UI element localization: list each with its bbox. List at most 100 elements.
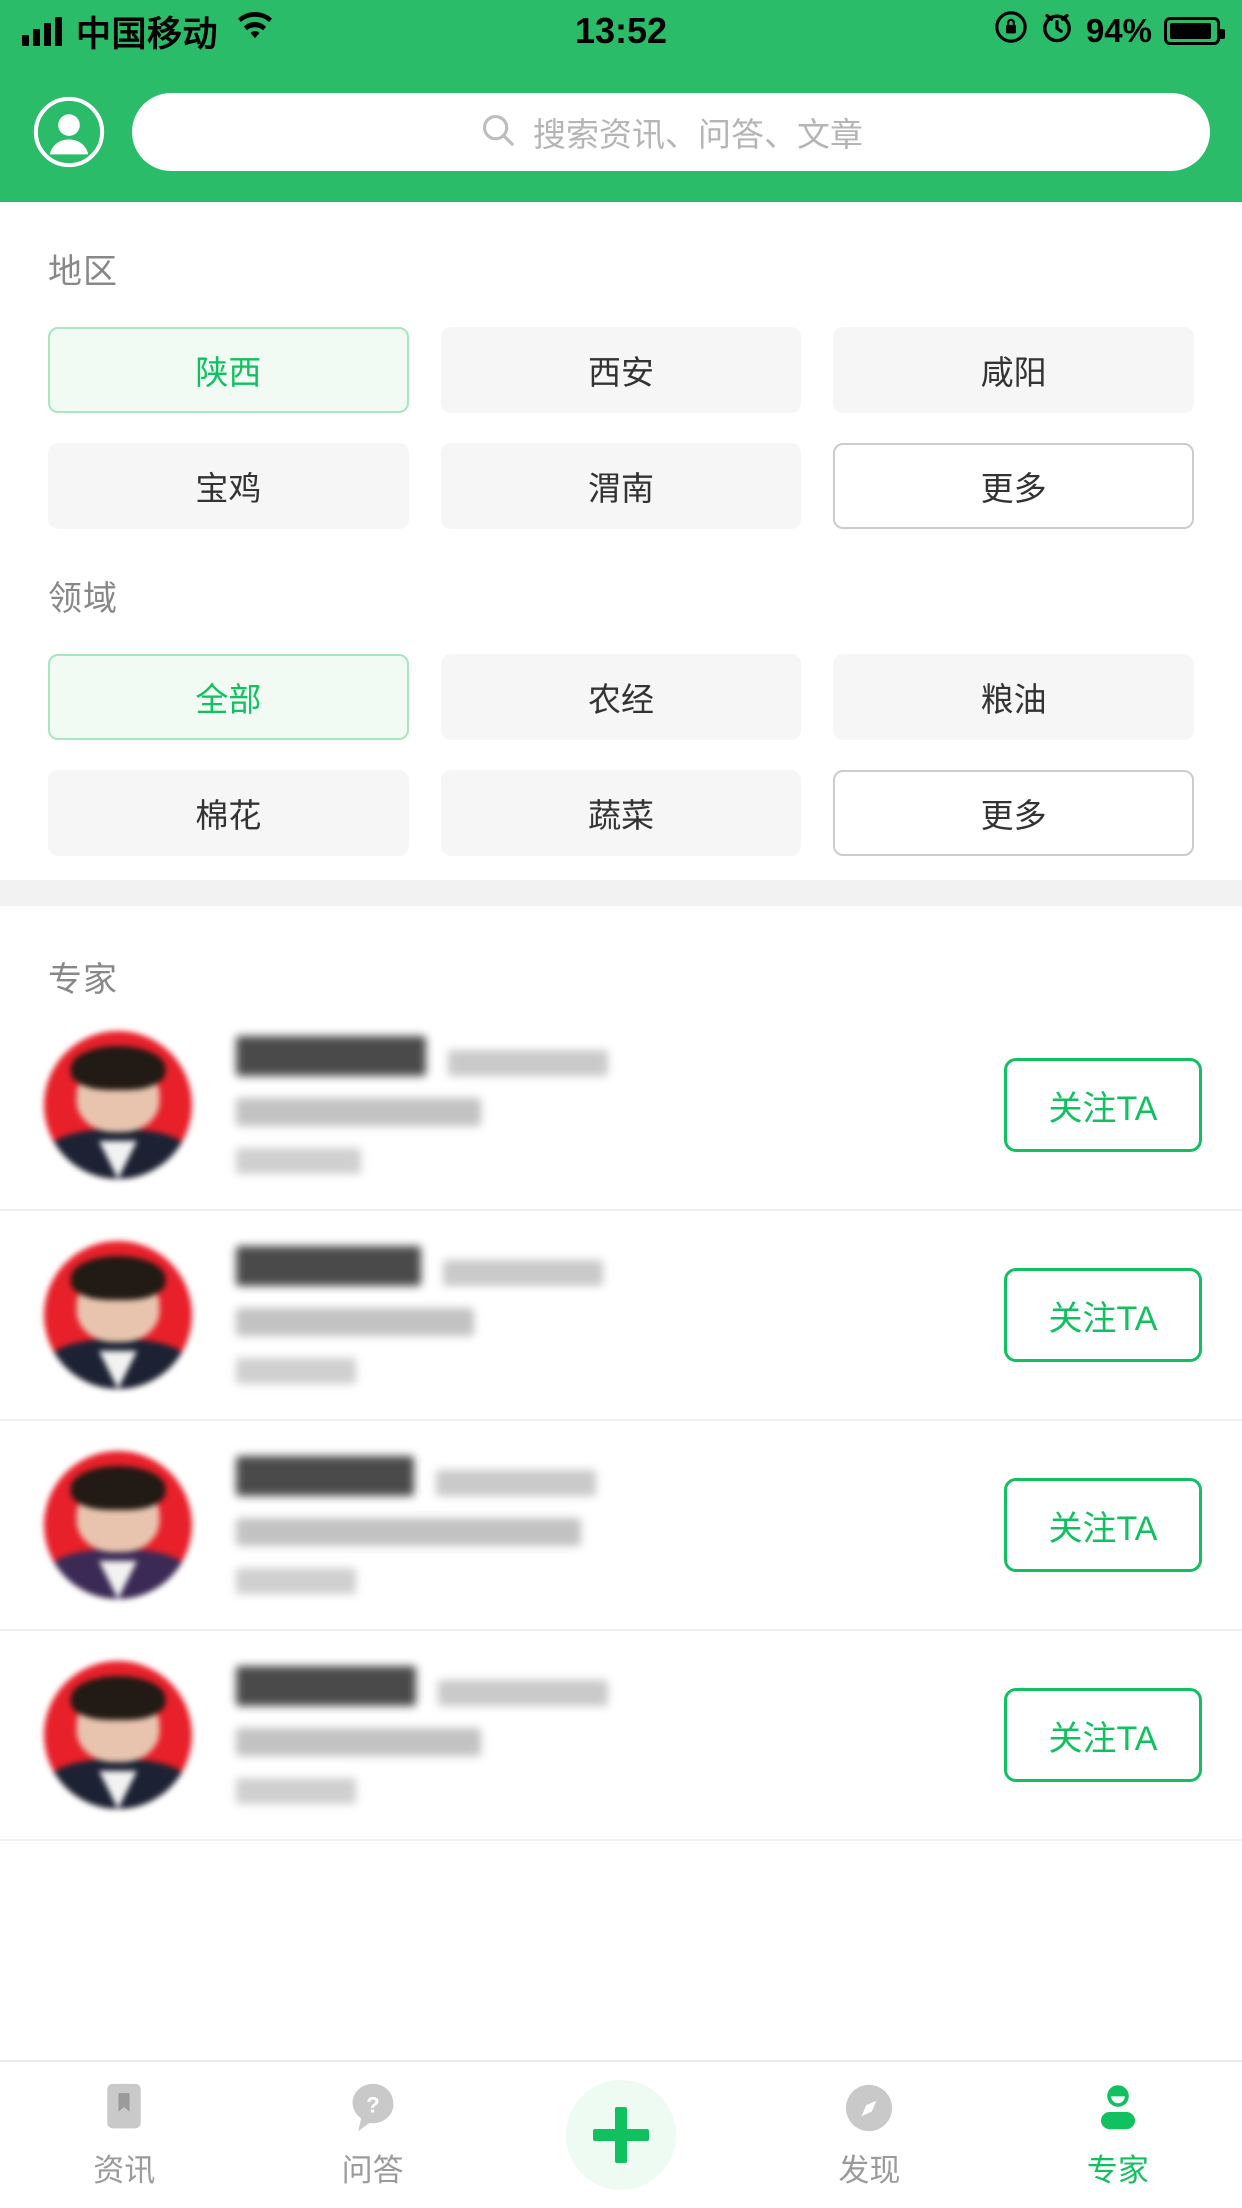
expert-specialty-tag xyxy=(236,1778,356,1804)
carrier-label: 中国移动 xyxy=(76,14,219,54)
status-bar: 中国移动 13:52 94% xyxy=(0,0,1242,62)
field-chip-1[interactable]: 全部 xyxy=(48,654,409,740)
expert-organization xyxy=(236,1098,481,1126)
expert-info xyxy=(192,1666,1004,1804)
expert-name xyxy=(236,1666,416,1706)
chip-label: 更多 xyxy=(980,470,1047,507)
expert-info xyxy=(192,1036,1004,1174)
tab-news-label: 资讯 xyxy=(93,2152,156,2188)
plus-icon[interactable] xyxy=(566,2080,677,2190)
chip-label: 陕西 xyxy=(195,354,262,391)
expert-title xyxy=(448,1050,608,1076)
app-header: 搜索资讯、问答、文章 xyxy=(0,62,1242,202)
expert-organization xyxy=(236,1518,581,1546)
expert-section-title: 专家 xyxy=(48,961,118,999)
question-mark-icon: ? xyxy=(346,2081,400,2135)
field-chip-grid: 全部 农经 粮油棉花 蔬菜 更多 xyxy=(0,620,1242,856)
chip-label: 全部 xyxy=(195,681,262,718)
expert-name-row xyxy=(236,1036,1004,1076)
section-divider-band xyxy=(0,880,1242,906)
chip-label: 粮油 xyxy=(980,681,1047,718)
signal-icon xyxy=(22,16,62,46)
user-circle-icon[interactable] xyxy=(32,95,106,169)
tab-news[interactable]: 资讯 xyxy=(0,2081,248,2190)
status-bar-left: 中国移动 xyxy=(22,6,274,57)
battery-percent-label: 94% xyxy=(1085,12,1152,49)
expert-list-section: 专家 关注TA 关注TA 关注TA 关注TA xyxy=(0,906,1242,1841)
tab-discover[interactable]: 发现 xyxy=(745,2081,993,2190)
compass-icon xyxy=(842,2081,896,2135)
expert-avatar[interactable] xyxy=(44,1031,192,1179)
region-chip-grid: 陕西 西安 咸阳宝鸡 渭南 更多 xyxy=(0,293,1242,529)
bottom-tab-bar: 资讯 ? 问答 发现 专家 xyxy=(0,2060,1242,2208)
expert-info xyxy=(192,1246,1004,1384)
region-chip-2[interactable]: 西安 xyxy=(440,327,802,413)
expert-name xyxy=(236,1036,426,1076)
expert-row[interactable]: 关注TA xyxy=(0,1631,1242,1841)
search-placeholder: 搜索资讯、问答、文章 xyxy=(533,116,863,153)
tab-discover-label: 发现 xyxy=(838,2152,901,2188)
wifi-icon xyxy=(236,11,274,51)
field-chip-6[interactable]: 更多 xyxy=(833,770,1194,856)
tab-expert[interactable]: 专家 xyxy=(994,2081,1242,2190)
chip-label: 渭南 xyxy=(587,470,654,507)
expert-title xyxy=(443,1260,603,1286)
expert-title xyxy=(436,1470,596,1496)
expert-list: 关注TA 关注TA 关注TA 关注TA xyxy=(0,1001,1242,1841)
follow-button[interactable]: 关注TA xyxy=(1004,1058,1202,1152)
chip-label: 蔬菜 xyxy=(587,797,654,834)
tab-qa-label: 问答 xyxy=(341,2152,404,2188)
follow-button[interactable]: 关注TA xyxy=(1004,1688,1202,1782)
tab-add-button[interactable] xyxy=(497,2080,745,2190)
svg-text:?: ? xyxy=(366,2092,380,2117)
search-icon xyxy=(479,111,517,154)
chip-label: 农经 xyxy=(587,681,654,718)
chip-label: 咸阳 xyxy=(980,354,1047,391)
tab-qa[interactable]: ? 问答 xyxy=(248,2081,496,2190)
field-chip-4[interactable]: 棉花 xyxy=(48,770,409,856)
expert-avatar[interactable] xyxy=(44,1451,192,1599)
chip-label: 棉花 xyxy=(195,797,262,834)
expert-specialty-tag xyxy=(236,1568,356,1594)
region-chip-5[interactable]: 渭南 xyxy=(440,443,802,529)
follow-button[interactable]: 关注TA xyxy=(1004,1268,1202,1362)
field-chip-2[interactable]: 农经 xyxy=(440,654,802,740)
expert-row[interactable]: 关注TA xyxy=(0,1001,1242,1211)
expert-name-row xyxy=(236,1666,1004,1706)
search-input[interactable]: 搜索资讯、问答、文章 xyxy=(132,93,1210,171)
expert-avatar[interactable] xyxy=(44,1241,192,1389)
region-chip-1[interactable]: 陕西 xyxy=(48,327,409,413)
expert-specialty-tag xyxy=(236,1358,356,1384)
region-section-title: 地区 xyxy=(48,253,118,291)
expert-name-row xyxy=(236,1246,1004,1286)
field-chip-3[interactable]: 粮油 xyxy=(833,654,1194,740)
expert-name xyxy=(236,1246,421,1286)
person-icon xyxy=(1091,2081,1145,2135)
filter-panel: 地区 陕西 西安 咸阳 宝鸡 渭南 更多 领域 全部 农经 粮油 棉花 蔬菜 更多 xyxy=(0,202,1242,880)
alarm-icon xyxy=(1040,10,1074,53)
chip-label: 更多 xyxy=(980,797,1047,834)
expert-organization xyxy=(236,1728,481,1756)
rotation-lock-icon xyxy=(994,10,1028,53)
region-chip-4[interactable]: 宝鸡 xyxy=(48,443,409,529)
expert-specialty-tag xyxy=(236,1148,361,1174)
expert-row[interactable]: 关注TA xyxy=(0,1421,1242,1631)
field-section-title: 领域 xyxy=(48,580,118,618)
chip-label: 西安 xyxy=(587,354,654,391)
expert-name xyxy=(236,1456,414,1496)
chip-label: 宝鸡 xyxy=(195,470,262,507)
bookmark-icon xyxy=(97,2081,151,2135)
status-bar-right: 94% xyxy=(994,10,1225,53)
battery-icon xyxy=(1164,17,1225,45)
region-chip-3[interactable]: 咸阳 xyxy=(833,327,1194,413)
expert-organization xyxy=(236,1308,474,1336)
region-chip-6[interactable]: 更多 xyxy=(833,443,1194,529)
expert-name-row xyxy=(236,1456,1004,1496)
follow-button[interactable]: 关注TA xyxy=(1004,1478,1202,1572)
tab-expert-label: 专家 xyxy=(1086,2152,1149,2188)
expert-title xyxy=(438,1680,608,1706)
expert-avatar[interactable] xyxy=(44,1661,192,1809)
expert-info xyxy=(192,1456,1004,1594)
expert-row[interactable]: 关注TA xyxy=(0,1211,1242,1421)
field-chip-5[interactable]: 蔬菜 xyxy=(440,770,802,856)
